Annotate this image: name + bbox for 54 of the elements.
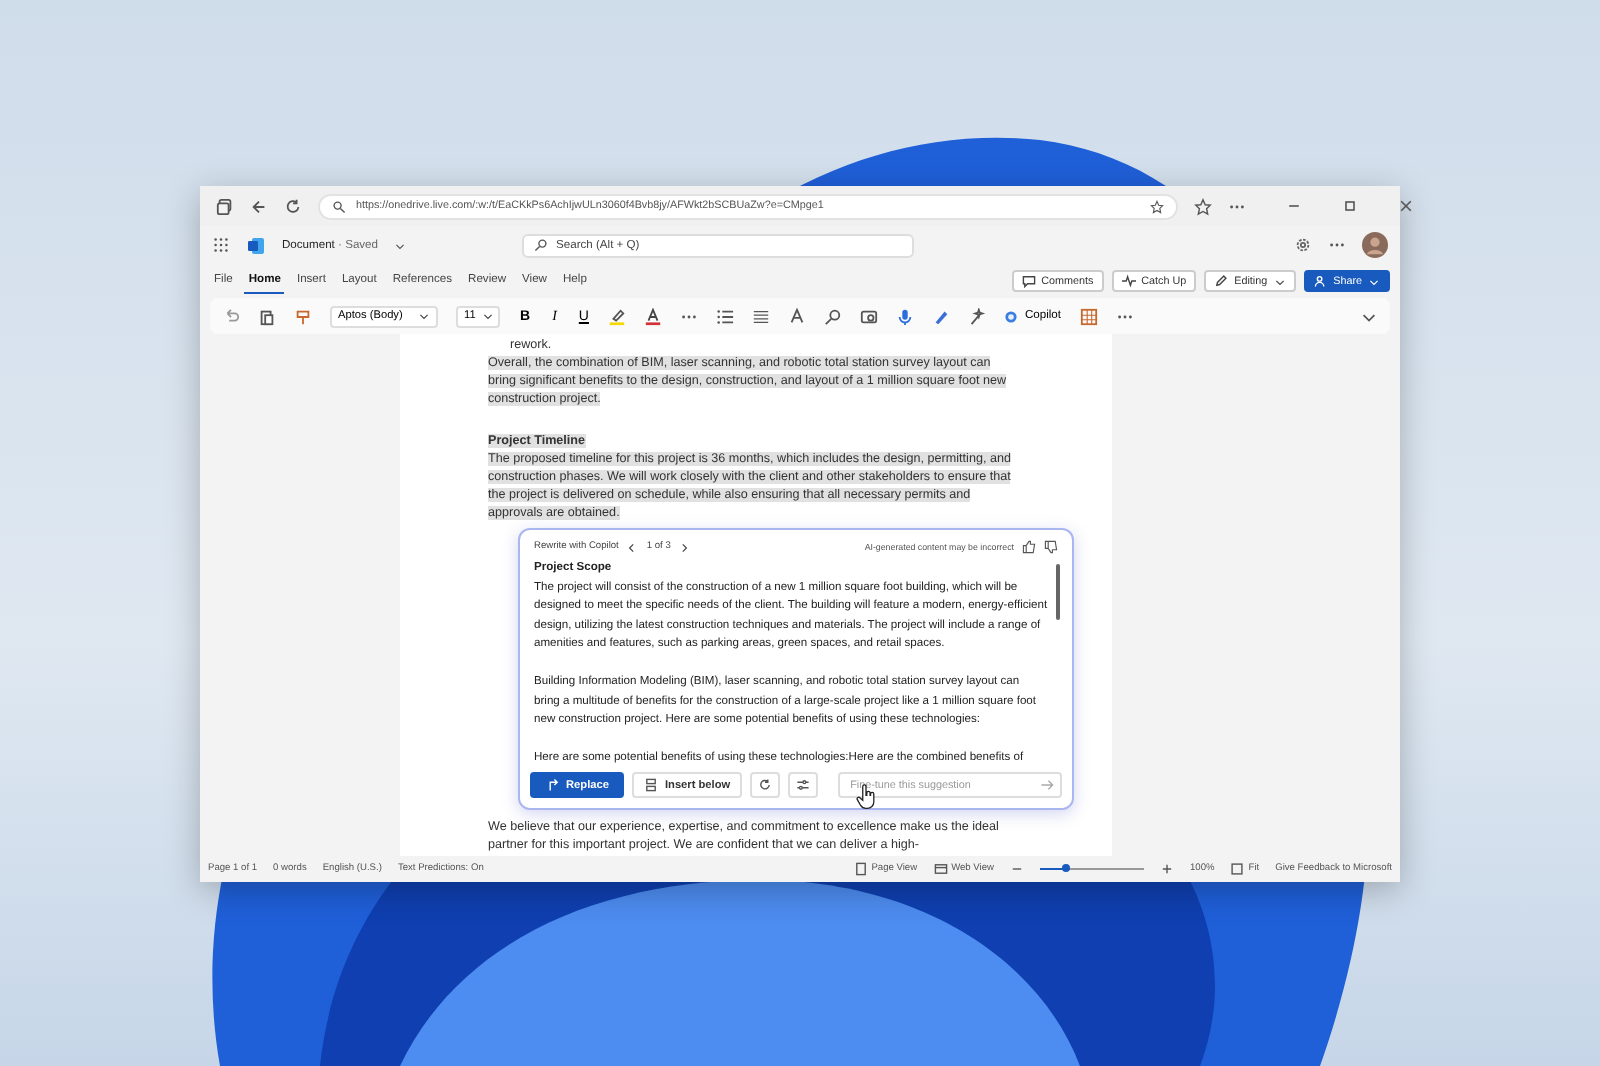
page-icon (853, 862, 868, 876)
editor-icon[interactable] (932, 307, 951, 325)
fit-icon (1230, 862, 1245, 876)
sliders-icon (796, 778, 811, 792)
refresh-icon[interactable] (284, 197, 302, 215)
maximize-icon[interactable] (1342, 198, 1358, 214)
chevron-down-icon[interactable] (394, 239, 407, 251)
add-ins-icon[interactable] (860, 307, 879, 325)
chevron-down-icon (418, 310, 430, 322)
insert-icon (644, 778, 659, 792)
copilot-icon (1004, 309, 1019, 323)
paste-icon[interactable] (258, 307, 276, 325)
regenerate-button[interactable] (750, 772, 781, 798)
zoom-out-icon[interactable] (1009, 862, 1024, 876)
app-launcher-icon[interactable] (212, 236, 230, 254)
replace-arrow-icon (546, 778, 560, 792)
thumbs-down-icon[interactable] (1044, 540, 1058, 554)
avatar-icon[interactable] (1362, 232, 1388, 258)
back-icon[interactable] (250, 197, 268, 215)
search-icon (534, 238, 549, 252)
chevron-down-icon (1273, 275, 1286, 287)
scrollbar-thumb[interactable] (1056, 564, 1060, 620)
word-logo-icon[interactable] (246, 235, 266, 255)
table-icon[interactable] (1079, 307, 1098, 325)
refresh-icon (758, 778, 773, 792)
next-icon[interactable] (678, 541, 691, 553)
search-icon (332, 199, 346, 213)
find-icon[interactable] (824, 307, 843, 325)
close-icon[interactable] (1398, 198, 1414, 214)
font-color-icon[interactable] (644, 307, 663, 325)
microphone-icon[interactable] (896, 307, 915, 325)
tabs-icon[interactable] (216, 197, 234, 215)
pencil-icon (1214, 274, 1229, 288)
previous-icon[interactable] (626, 541, 639, 553)
chevron-down-icon (1368, 275, 1380, 287)
format-painter-icon[interactable] (294, 307, 312, 325)
web-page-icon (933, 862, 948, 876)
bullets-icon[interactable] (716, 307, 735, 325)
undo-icon[interactable] (222, 307, 240, 325)
zoom-in-icon[interactable] (1159, 862, 1174, 876)
comment-icon (1021, 274, 1036, 288)
settings-icon[interactable] (1294, 236, 1312, 254)
favorites-icon[interactable] (1194, 197, 1212, 215)
styles-icon[interactable] (788, 307, 807, 325)
people-icon (1313, 274, 1328, 288)
thumbs-up-icon[interactable] (1022, 540, 1036, 554)
adjust-button[interactable] (788, 772, 819, 798)
designer-icon[interactable] (968, 307, 987, 325)
pulse-icon (1121, 274, 1136, 288)
highlighter-icon[interactable] (608, 307, 627, 325)
chevron-down-icon (481, 310, 494, 322)
slider-thumb[interactable] (1061, 864, 1070, 872)
star-icon[interactable] (1150, 199, 1164, 213)
align-icon[interactable] (752, 307, 771, 325)
